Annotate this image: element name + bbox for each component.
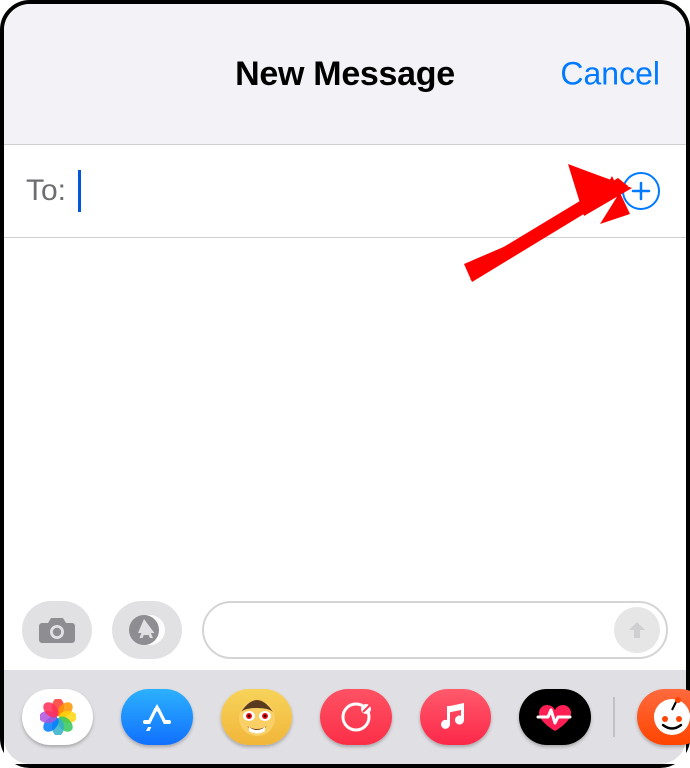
camera-icon xyxy=(37,615,77,645)
digitaltouch-icon xyxy=(339,700,373,734)
appstore-icon xyxy=(126,613,168,647)
imessage-app-strip xyxy=(4,670,686,764)
app-memoji[interactable] xyxy=(221,689,292,745)
app-reddit[interactable] xyxy=(637,689,690,745)
camera-button[interactable] xyxy=(22,601,92,659)
message-text-pill[interactable] xyxy=(202,601,668,659)
app-music[interactable] xyxy=(420,689,491,745)
music-icon xyxy=(440,702,470,732)
app-fitness[interactable] xyxy=(519,689,590,745)
plus-circle-icon xyxy=(630,180,652,202)
appstore-apps-button[interactable] xyxy=(112,601,182,659)
arrow-up-icon xyxy=(625,618,649,642)
message-input[interactable] xyxy=(224,616,614,644)
fitness-icon xyxy=(535,701,575,733)
appstore-a-icon xyxy=(140,700,174,734)
send-button[interactable] xyxy=(614,607,660,653)
photos-icon xyxy=(40,699,76,735)
recipient-input[interactable] xyxy=(81,171,666,211)
add-contact-button[interactable] xyxy=(622,172,660,210)
app-digitaltouch[interactable] xyxy=(320,689,391,745)
cancel-button[interactable]: Cancel xyxy=(560,56,660,93)
recipient-row: To: xyxy=(4,144,686,238)
compose-header: New Message Cancel xyxy=(4,4,686,144)
reddit-icon xyxy=(650,697,690,737)
appstrip-divider xyxy=(613,697,615,737)
page-title: New Message xyxy=(235,55,455,94)
app-photos[interactable] xyxy=(22,689,93,745)
memoji-icon xyxy=(227,694,287,740)
to-label: To: xyxy=(26,174,66,208)
app-appstore[interactable] xyxy=(121,689,192,745)
message-input-bar xyxy=(4,590,686,670)
